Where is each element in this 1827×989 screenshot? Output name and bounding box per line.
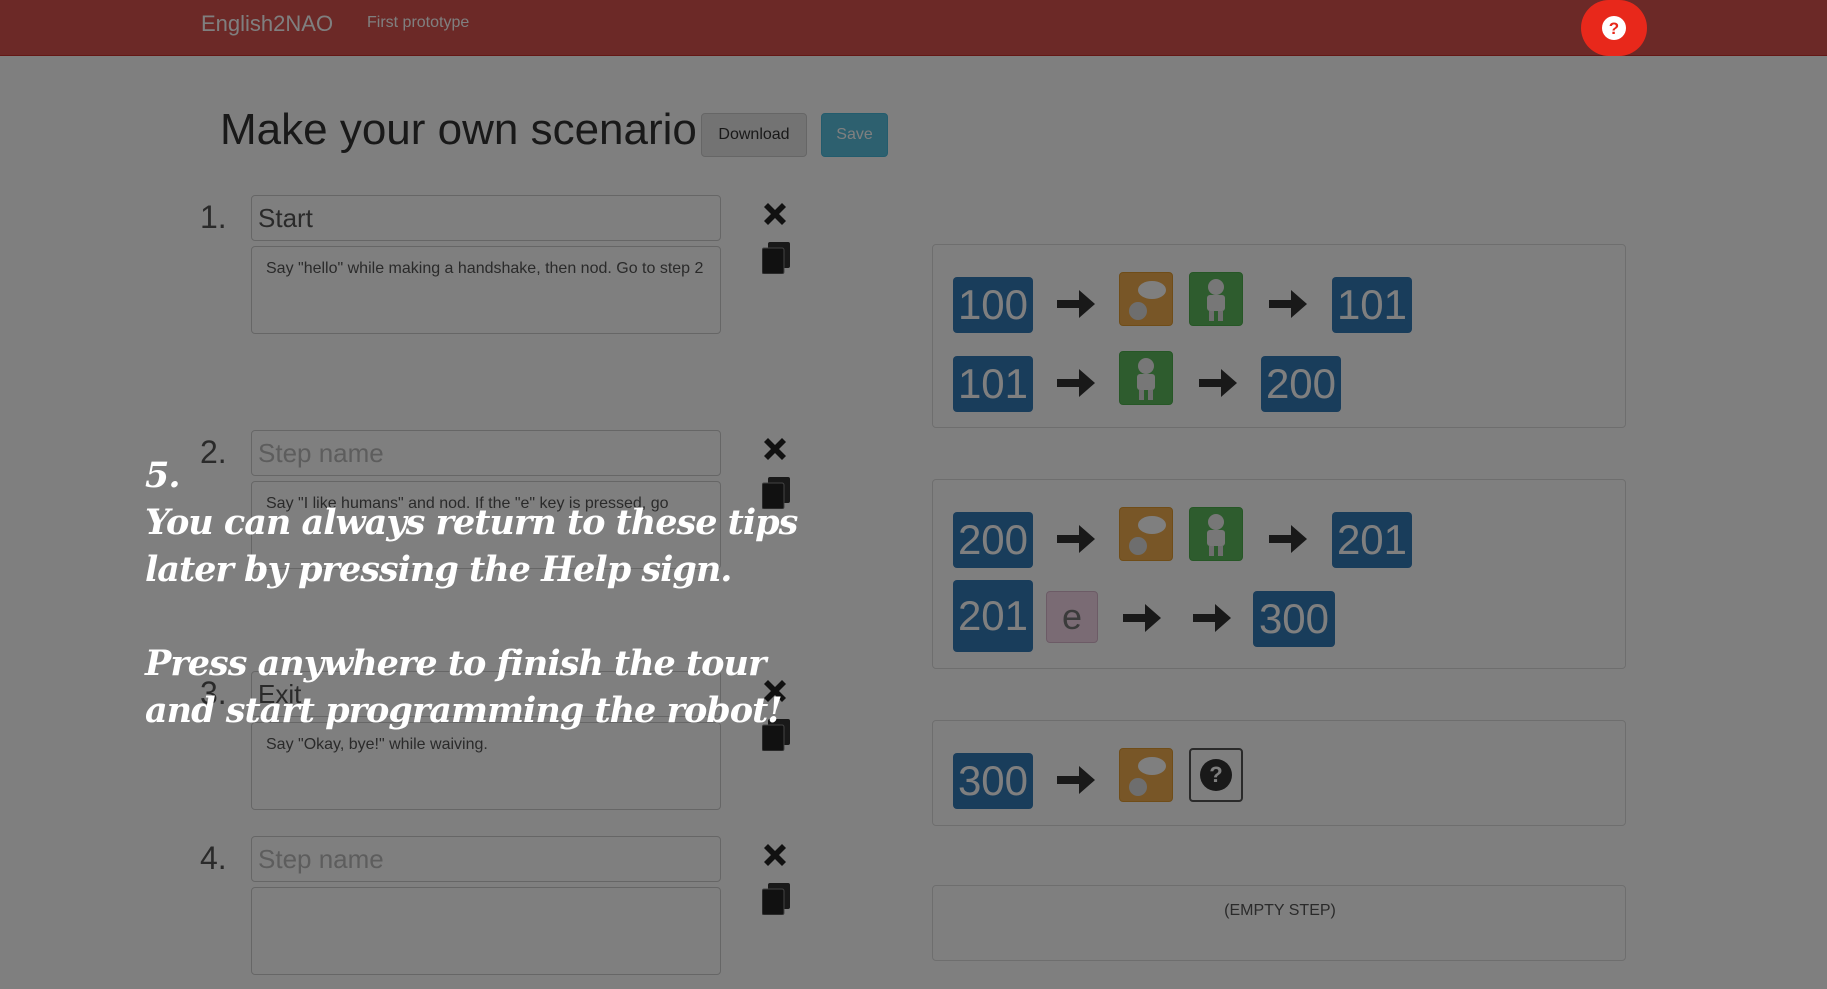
tour-tip-line: Press anywhere to finish the tour and st… xyxy=(145,643,783,731)
tour-tip: 5. You can always return to these tips l… xyxy=(145,452,845,734)
help-button[interactable]: ? xyxy=(1581,0,1647,56)
tour-step-number: 5. xyxy=(145,455,181,496)
svg-text:?: ? xyxy=(1609,19,1619,38)
tour-tip-line: You can always return to these tips late… xyxy=(145,502,798,590)
question-icon: ? xyxy=(1602,16,1626,40)
